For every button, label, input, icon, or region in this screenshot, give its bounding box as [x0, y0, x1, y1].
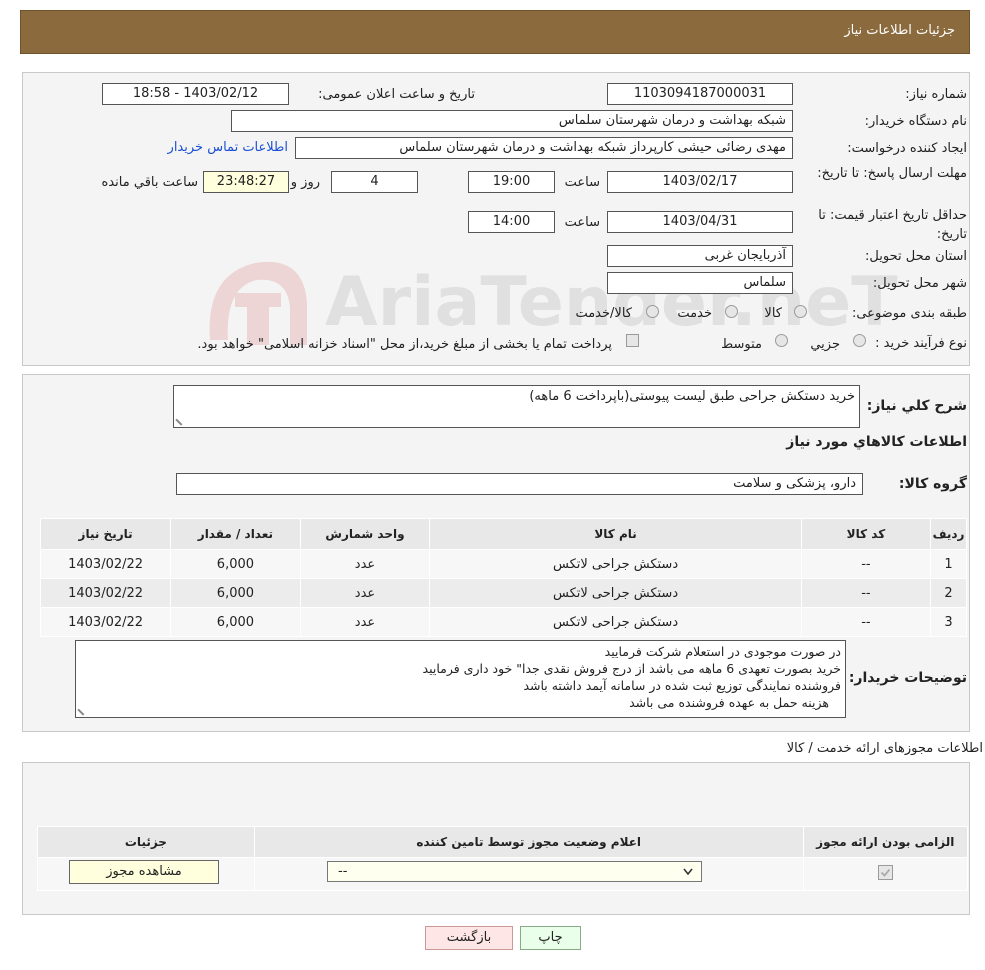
cell-code: -- [800, 549, 932, 579]
payment-note: پرداخت تمام یا بخشی از مبلغ خرید،از محل … [197, 337, 612, 352]
reply-time-field: 19:00 [468, 171, 555, 193]
col-unit: واحد شمارش [299, 518, 431, 550]
province-label: استان محل تحویل: [865, 249, 967, 264]
goods-table-header: رديف کد کالا نام کالا واحد شمارش تعداد /… [39, 518, 967, 550]
cell-row: 3 [930, 607, 967, 637]
cell-unit: عدد [299, 578, 431, 608]
category-radio-goods[interactable] [794, 305, 807, 318]
col-row: رديف [930, 518, 967, 550]
process-radio-medium[interactable] [775, 334, 788, 347]
price-time-field: 14:00 [468, 211, 555, 233]
treasury-checkbox[interactable] [626, 334, 639, 347]
col-permit-required: الزامی بودن ارائه مجوز [802, 826, 969, 858]
buyer-notes-label: توضیحات خریدار: [848, 670, 967, 686]
permits-table-header: الزامی بودن ارائه مجوز اعلام وضعیت مجوز … [37, 826, 969, 858]
process-option-minor: جزیي [810, 337, 840, 352]
goods-group-label: گروه کالا: [898, 476, 967, 492]
buyer-notes-field: در صورت موجودی در استعلام شرکت فرمایید خ… [75, 640, 846, 718]
city-label: شهر محل تحویل: [872, 276, 967, 291]
buyer-note-line: هزینه حمل به عهده فروشنده می باشد [629, 695, 829, 710]
cell-code: -- [800, 607, 932, 637]
price-date-field: 1403/04/31 [607, 211, 793, 233]
page-title: جزئیات اطلاعات نیاز [844, 23, 955, 38]
days-label: روز و [290, 175, 320, 190]
category-option-goods-service: کالا/خدمت [575, 306, 632, 321]
process-radio-minor[interactable] [853, 334, 866, 347]
view-permit-button[interactable]: مشاهده مجوز [69, 860, 219, 884]
cell-code: -- [800, 578, 932, 608]
process-label: نوع فرآیند خرید : [875, 336, 967, 351]
buyer-org-label: نام دستگاه خریدار: [864, 114, 967, 129]
summary-field: خرید دستکش جراحی طبق لیست پیوستی(باپرداخ… [173, 385, 860, 428]
price-validity-label: حداقل تاریخ اعتبار قیمت: تا تاریخ: [818, 208, 967, 242]
goods-table: رديف کد کالا نام کالا واحد شمارش تعداد /… [39, 518, 967, 637]
permits-title: اطلاعات مجوزهای ارائه خدمت / کالا [786, 741, 983, 756]
process-option-medium: متوسط [721, 337, 762, 352]
reply-deadline-label: مهلت ارسال پاسخ: تا تاریخ: [817, 166, 967, 181]
cell-date: 1403/02/22 [39, 549, 172, 579]
cell-row: 2 [930, 578, 967, 608]
permit-status-select[interactable]: -- [327, 861, 702, 882]
province-field: آذربایجان غربی [607, 245, 793, 267]
summary-text: خرید دستکش جراحی طبق لیست پیوستی(باپرداخ… [529, 389, 855, 404]
cell-name: دستکش جراحی لاتکس [429, 549, 802, 579]
cell-permit-required [802, 857, 969, 891]
goods-info-title: اطلاعات کالاهاي مورد نياز [786, 434, 967, 450]
requester-label: ایجاد کننده درخواست: [847, 141, 967, 156]
category-radio-goods-service[interactable] [646, 305, 659, 318]
category-label: طبقه بندی موضوعی: [851, 306, 967, 321]
table-row: 3 -- دستکش جراحی لاتکس عدد 6,000 1403/02… [39, 607, 967, 637]
goods-group-field: دارو، پزشکی و سلامت [176, 473, 863, 495]
cell-quantity: 6,000 [170, 607, 301, 637]
announce-field: 1403/02/12 - 18:58 [102, 83, 289, 105]
category-option-service: خدمت [677, 306, 712, 321]
cell-unit: عدد [299, 607, 431, 637]
days-field: 4 [331, 171, 418, 193]
check-icon [880, 868, 890, 877]
col-date: تاريخ نياز [39, 518, 172, 550]
cell-quantity: 6,000 [170, 578, 301, 608]
cell-date: 1403/02/22 [39, 578, 172, 608]
reply-date-field: 1403/02/17 [607, 171, 793, 193]
table-row: 2 -- دستکش جراحی لاتکس عدد 6,000 1403/02… [39, 578, 967, 608]
summary-label: شرح کلي نياز: [866, 398, 967, 414]
city-field: سلماس [607, 272, 793, 294]
buyer-contact-link[interactable]: اطلاعات تماس خریدار [168, 140, 288, 155]
category-option-goods: کالا [764, 306, 782, 321]
buyer-org-field: شبکه بهداشت و درمان شهرستان سلماس [231, 110, 793, 132]
reply-time-label: ساعت [564, 175, 600, 190]
remaining-time-field: 23:48:27 [203, 171, 289, 193]
category-radio-service[interactable] [725, 305, 738, 318]
need-number-field: 1103094187000031 [607, 83, 793, 105]
buyer-note-line: در صورت موجودی در استعلام شرکت فرمایید [604, 644, 841, 659]
col-permit-details: جزئیات [37, 826, 255, 858]
cell-row: 1 [930, 549, 967, 579]
page-header: جزئیات اطلاعات نیاز [20, 10, 970, 54]
cell-quantity: 6,000 [170, 549, 301, 579]
print-button[interactable]: چاپ [520, 926, 581, 950]
permit-status-value: -- [338, 864, 348, 879]
cell-name: دستکش جراحی لاتکس [429, 607, 802, 637]
col-name: نام کالا [429, 518, 802, 550]
buyer-note-line: فروشنده نمایندگی توزیع ثبت شده در سامانه… [523, 678, 841, 693]
buyer-note-line: خرید بصورت تعهدی 6 ماهه می باشد از درج ف… [422, 661, 841, 676]
permit-required-checkbox[interactable] [877, 864, 893, 880]
cell-date: 1403/02/22 [39, 607, 172, 637]
need-number-label: شماره نیاز: [905, 87, 967, 102]
requester-field: مهدی رضائی حیشی کارپرداز شبکه بهداشت و د… [295, 137, 793, 159]
col-code: کد کالا [800, 518, 932, 550]
col-quantity: تعداد / مقدار [170, 518, 301, 550]
cell-name: دستکش جراحی لاتکس [429, 578, 802, 608]
back-button[interactable]: بازگشت [425, 926, 513, 950]
col-permit-status: اعلام وضعیت مجوز توسط تامین کننده [253, 826, 804, 858]
announce-label: تاریخ و ساعت اعلان عمومی: [318, 87, 475, 102]
remaining-label: ساعت باقي مانده [101, 175, 198, 190]
cell-unit: عدد [299, 549, 431, 579]
chevron-down-icon [683, 868, 693, 876]
table-row: 1 -- دستکش جراحی لاتکس عدد 6,000 1403/02… [39, 549, 967, 579]
price-time-label: ساعت [564, 215, 600, 230]
